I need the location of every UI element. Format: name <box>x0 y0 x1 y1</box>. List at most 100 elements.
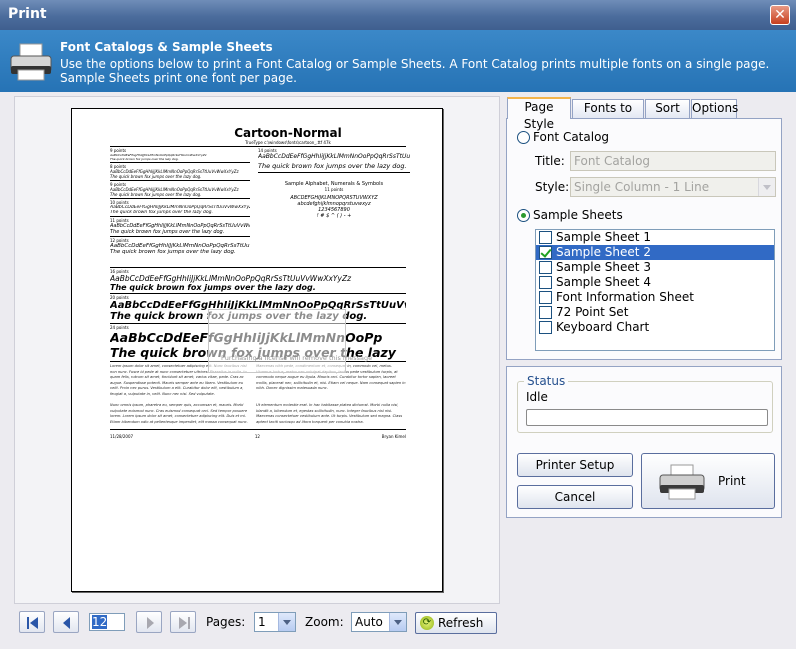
list-item-label: Sample Sheet 1 <box>556 230 651 244</box>
font-title: Cartoon-Normal <box>234 126 342 140</box>
sample-pangram: The quick brown fox jumps over the lazy … <box>110 192 202 197</box>
style-label: Style: <box>535 180 570 194</box>
previous-page-icon <box>63 617 70 629</box>
checkbox[interactable] <box>539 276 552 289</box>
header-banner: Font Catalogs & Sample Sheets Use the op… <box>0 30 796 92</box>
catalog-style-select[interactable]: Single Column - 1 Line <box>570 177 776 197</box>
chevron-down-icon <box>278 613 295 631</box>
sample-sheets-list: Sample Sheet 1 Sample Sheet 2 Sample She… <box>535 229 775 351</box>
status-group: Status Idle <box>517 374 773 433</box>
last-page-button[interactable] <box>170 611 196 633</box>
list-item-label: Keyboard Chart <box>556 320 650 334</box>
list-item-keyboard-chart[interactable]: Keyboard Chart <box>536 320 774 335</box>
zoom-select[interactable]: Auto <box>351 612 407 632</box>
cancel-button[interactable]: Cancel <box>517 485 633 509</box>
sample-pangram: The quick brown fox jumps over the lazy … <box>110 229 225 235</box>
print-preview: Cartoon-Normal TrueType c:\windows\fonts… <box>14 96 500 604</box>
title-label: Title: <box>535 154 565 168</box>
sample-pangram: The quick brown fox jumps over the lazy … <box>258 162 407 170</box>
list-item-label: Sample Sheet 4 <box>556 275 651 289</box>
list-item-sample-sheet-2[interactable]: Sample Sheet 2 <box>536 245 774 260</box>
last-page-icon <box>179 617 190 629</box>
footer-author: Bryan Kimel <box>381 434 406 439</box>
list-item-label: Sample Sheet 3 <box>556 260 651 274</box>
refresh-icon: ⟳ <box>420 616 434 630</box>
sample-pangram: The quick brown fox jumps over the lazy … <box>110 210 213 215</box>
list-item-font-information-sheet[interactable]: Font Information Sheet <box>536 290 774 305</box>
list-item-label: 72 Point Set <box>556 305 629 319</box>
checkbox[interactable] <box>539 231 552 244</box>
page-number-value: 12 <box>92 615 108 629</box>
sample-pangram: The quick brown fox jumps over the lazy … <box>110 249 236 255</box>
tab-options[interactable]: Options <box>691 99 738 118</box>
sample-symbols: ! # $ ^ ( ) - + <box>316 213 352 219</box>
sample-alphabet: AaBbCcDdEeFfGgHhIiJjKkLlMmNnOoPpQqRrSsTt… <box>110 274 352 283</box>
dialog-body: Cartoon-Normal TrueType c:\windows\fonts… <box>0 92 796 649</box>
preview-page: Cartoon-Normal TrueType c:\windows\fonts… <box>71 108 443 592</box>
catalog-title-input[interactable]: Font Catalog <box>570 151 776 171</box>
header-description: Use the options below to print a Font Ca… <box>60 57 770 85</box>
pages-label: Pages: <box>206 615 246 629</box>
pages-value: 1 <box>258 615 266 629</box>
sample-pangram: The quick brown fox jumps over the lazy … <box>110 174 202 179</box>
zoom-value: Auto <box>355 615 383 629</box>
refresh-button[interactable]: ⟳ Refresh <box>415 612 497 634</box>
first-page-icon <box>27 617 38 629</box>
sample-pangram: The quick brown fox jumps over the lazy … <box>110 157 179 161</box>
print-button[interactable]: Print <box>641 453 775 509</box>
checkbox[interactable] <box>539 291 552 304</box>
sample-sheets-label: Sample Sheets <box>533 208 623 222</box>
progress-bar <box>526 409 768 426</box>
title-bar: Print ✕ <box>0 0 796 30</box>
watermark-text: Purchasing a license will remove this me… <box>221 354 373 362</box>
close-icon: ✕ <box>774 7 786 23</box>
catalog-title-value: Font Catalog <box>574 154 651 168</box>
list-item-sample-sheet-4[interactable]: Sample Sheet 4 <box>536 275 774 290</box>
previous-page-button[interactable] <box>53 611 79 633</box>
status-text: Idle <box>526 390 548 404</box>
lorem-paragraph: Ut elementum molestie erat. In hac habit… <box>256 403 403 424</box>
list-item-label: Font Information Sheet <box>556 290 694 304</box>
header-title: Font Catalogs & Sample Sheets <box>60 40 273 54</box>
list-item-sample-sheet-1[interactable]: Sample Sheet 1 <box>536 230 774 245</box>
tab-fonts-to-print[interactable]: Fonts to Print <box>572 99 644 132</box>
sample-pangram: The quick brown fox jumps over the lazy … <box>110 283 316 292</box>
print-button-label: Print <box>718 474 746 488</box>
status-group-label: Status <box>524 374 569 388</box>
list-item-sample-sheet-3[interactable]: Sample Sheet 3 <box>536 260 774 275</box>
list-item-72-point-set[interactable]: 72 Point Set <box>536 305 774 320</box>
status-panel: Status Idle Printer Setup Cancel Print <box>506 366 782 518</box>
footer-page-number: 12 <box>254 434 260 439</box>
close-button[interactable]: ✕ <box>770 5 790 25</box>
zoom-label: Zoom: <box>305 615 344 629</box>
first-page-button[interactable] <box>19 611 45 633</box>
refresh-label: Refresh <box>438 616 484 630</box>
next-page-icon <box>147 617 154 629</box>
next-page-button[interactable] <box>136 611 162 633</box>
sample-points: 11 points <box>324 187 344 192</box>
checkbox[interactable] <box>539 321 552 334</box>
page-footer: 11/28/2007 12 Bryan Kimel <box>110 434 406 439</box>
tab-sort-by[interactable]: Sort By <box>645 99 690 132</box>
printer-setup-button[interactable]: Printer Setup <box>517 453 633 477</box>
page-style-panel: Font Catalog Title: Font Catalog Style: … <box>506 118 782 360</box>
printer-icon <box>659 464 705 500</box>
window-title: Print <box>8 6 47 22</box>
lorem-paragraph: Nunc omnis ipsum, pharetra eu, semper qu… <box>110 403 248 424</box>
license-watermark: Purchasing a license will remove this me… <box>208 309 372 373</box>
sample-sheets-radio[interactable] <box>517 209 530 222</box>
tab-page-style[interactable]: Page Style <box>507 97 571 131</box>
printer-icon <box>10 43 52 81</box>
footer-date: 11/28/2007 <box>110 434 134 439</box>
sample-alphabet: AaBbCcDdEeFfGgHhIiJjKkLlMmNnOoPpQqRrSsTt… <box>258 153 410 160</box>
checkbox[interactable] <box>539 306 552 319</box>
checkbox[interactable] <box>539 261 552 274</box>
checkbox[interactable] <box>539 246 552 259</box>
list-item-label: Sample Sheet 2 <box>556 245 651 259</box>
chevron-down-icon <box>389 613 406 631</box>
catalog-style-value: Single Column - 1 Line <box>574 180 710 194</box>
pages-select[interactable]: 1 <box>254 612 296 632</box>
font-subtitle: TrueType c:\windows\fonts\cartoon_.ttf 4… <box>245 140 331 145</box>
page-number-input[interactable]: 12 <box>89 613 125 631</box>
chevron-down-icon <box>758 178 775 196</box>
